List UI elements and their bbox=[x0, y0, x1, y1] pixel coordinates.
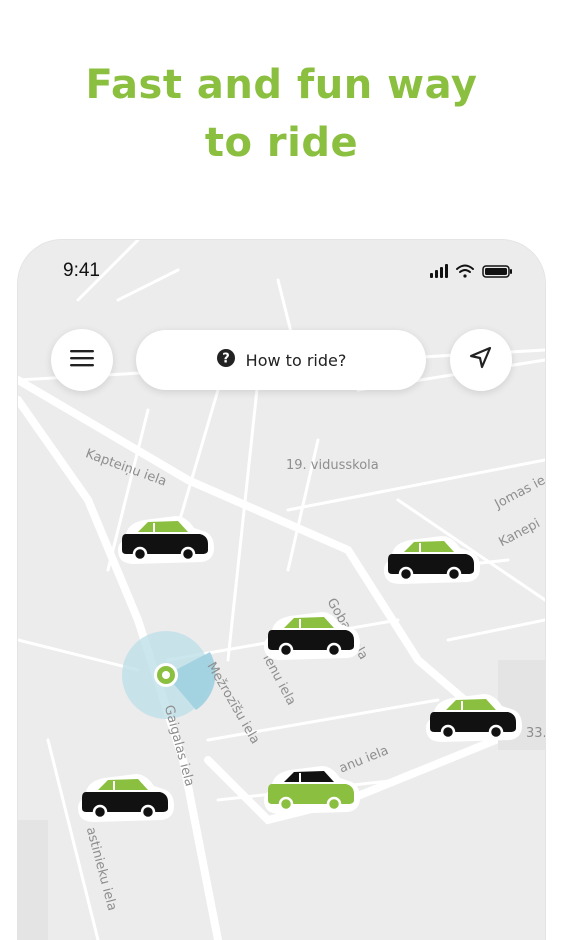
status-icons bbox=[428, 263, 524, 283]
car-6-marker[interactable] bbox=[74, 768, 178, 830]
how-to-ride-label: How to ride? bbox=[245, 350, 347, 370]
status-time: 9:41 bbox=[63, 260, 100, 281]
phone-frame: Kapteiņu iela 19. vidusskola Jomas ie Ka… bbox=[18, 240, 545, 940]
how-to-ride-button[interactable]: ? How to ride? bbox=[136, 330, 426, 390]
headline: Fast and fun way to ride bbox=[0, 56, 563, 172]
poi-label-school: 19. vidusskola bbox=[286, 458, 379, 473]
question-icon: ? bbox=[216, 348, 236, 372]
headline-line-2: to ride bbox=[204, 120, 359, 166]
car-2-marker[interactable] bbox=[380, 530, 484, 592]
signal-icon bbox=[430, 264, 448, 278]
svg-text:?: ? bbox=[222, 352, 230, 367]
car-1-marker[interactable] bbox=[114, 510, 218, 572]
street-label-number: 33. bbox=[526, 726, 545, 741]
menu-button[interactable] bbox=[51, 329, 113, 391]
battery-icon bbox=[482, 265, 512, 278]
menu-icon bbox=[70, 348, 94, 372]
headline-line-1: Fast and fun way bbox=[85, 62, 478, 108]
car-4-marker[interactable] bbox=[422, 688, 526, 750]
wifi-icon bbox=[456, 264, 474, 278]
car-5-marker[interactable] bbox=[260, 760, 364, 822]
locate-me-button[interactable] bbox=[450, 329, 512, 391]
car-3-marker[interactable] bbox=[260, 606, 364, 668]
navigation-arrow-icon bbox=[468, 345, 494, 375]
